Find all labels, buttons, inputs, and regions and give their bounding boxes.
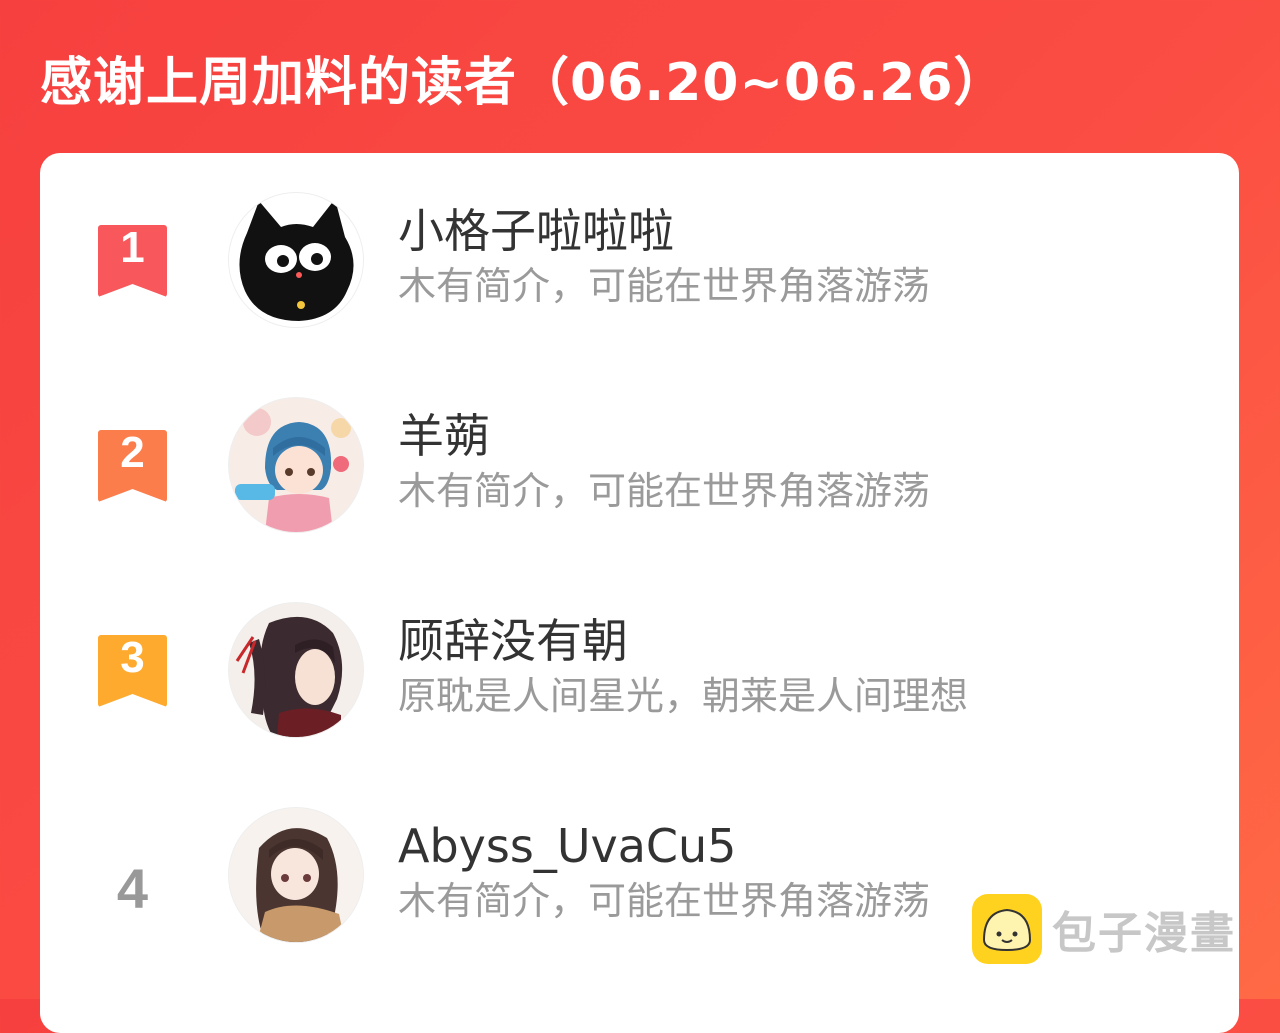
reader-bio: 木有简介，可能在世界角落游荡 [398, 879, 931, 923]
black-cat-avatar-icon [229, 193, 363, 327]
rank-ribbon-badge: 2 [98, 430, 167, 502]
rank-number: 3 [120, 633, 145, 682]
watermark-text: 包子漫畫 [1052, 908, 1236, 959]
list-item[interactable]: 3 顾辞没有朝 原耽是人间星光，朝莱是人间理想 [40, 563, 1239, 737]
rank-ribbon-badge: 3 [98, 635, 167, 707]
anime-boy-ponytail-avatar-icon [229, 603, 363, 737]
watermark: 包子漫畫 [972, 894, 1236, 964]
bun-logo-icon [972, 894, 1042, 964]
reader-name: 顾辞没有朝 [398, 614, 628, 668]
anime-girl-brown-hair-avatar-icon [229, 808, 363, 942]
rank-number: 1 [120, 223, 145, 272]
list-item[interactable]: 2 羊蒴 木有简介，可能在世界角落游荡 [40, 358, 1239, 532]
list-item[interactable]: 1 小格子啦啦啦 木有简介，可能在世界角落游荡 [40, 153, 1239, 327]
reader-name: 羊蒴 [398, 409, 490, 463]
avatar[interactable] [229, 808, 363, 942]
rank-ribbon-badge: 1 [98, 225, 167, 297]
avatar[interactable] [229, 398, 363, 532]
avatar[interactable] [229, 603, 363, 737]
reader-bio: 木有简介，可能在世界角落游荡 [398, 264, 931, 308]
rank-number: 4 [116, 857, 149, 920]
page-title: 感谢上周加料的读者（06.20~06.26） [40, 53, 1007, 113]
reader-bio: 木有简介，可能在世界角落游荡 [398, 469, 931, 513]
reader-name: Abyss_UvaCu5 [398, 819, 737, 873]
reader-bio: 原耽是人间星光，朝莱是人间理想 [398, 674, 969, 718]
rank-number: 2 [120, 428, 145, 477]
anime-girl-blue-hair-avatar-icon [229, 398, 363, 532]
avatar[interactable] [229, 193, 363, 327]
reader-name: 小格子啦啦啦 [398, 204, 674, 258]
